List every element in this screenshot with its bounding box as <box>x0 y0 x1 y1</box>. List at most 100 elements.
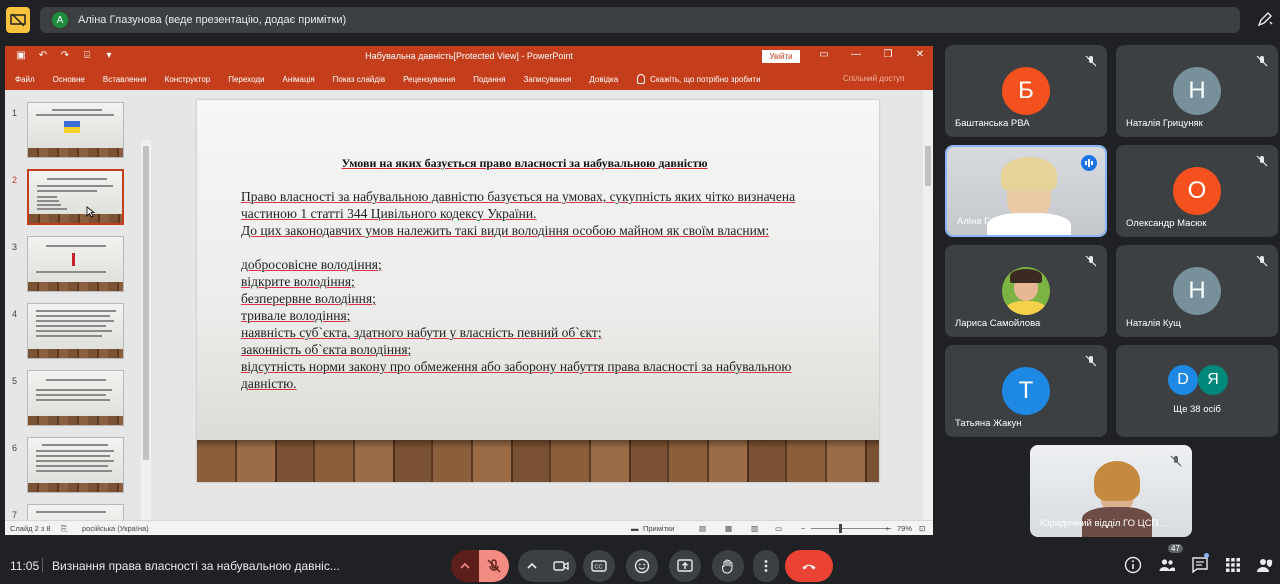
zoom-out-icon[interactable]: − <box>801 524 805 533</box>
wooden-floor-decoration <box>197 440 879 482</box>
tell-me-box[interactable]: Скажіть, що потрібно зробити <box>637 74 761 84</box>
tab-file[interactable]: Файл <box>5 75 44 84</box>
tab-home[interactable]: Основне <box>44 75 94 84</box>
chat-icon[interactable] <box>1191 556 1209 574</box>
thumbnail-slide-4[interactable]: 4 <box>5 301 141 363</box>
close-icon[interactable]: ✕ <box>913 49 927 60</box>
thumbnail-number: 3 <box>12 242 18 252</box>
participant-name: Наталія Кущ <box>1126 318 1182 329</box>
tab-animations[interactable]: Анімація <box>273 75 323 84</box>
maximize-icon[interactable]: ❐ <box>881 49 895 60</box>
slide-list-item: наявність суб`єкта, здатного набути у вл… <box>241 325 602 340</box>
stop-presenting-icon[interactable] <box>6 7 30 33</box>
tab-review[interactable]: Рецензування <box>394 75 464 84</box>
tab-transitions[interactable]: Переходи <box>219 75 273 84</box>
tab-help[interactable]: Довідка <box>580 75 627 84</box>
zoom-level[interactable]: 79% <box>897 524 912 533</box>
tab-slideshow[interactable]: Показ слайдів <box>324 75 394 84</box>
participant-name: Татьяна Жакун <box>955 418 1022 429</box>
presenter-pill[interactable]: А Аліна Глазунова (веде презентацію, дод… <box>40 7 1240 33</box>
participant-avatar: Т <box>1002 367 1050 415</box>
spellcheck-icon[interactable]: ⎘ <box>61 524 67 534</box>
participant-tile[interactable]: О Олександр Масюк <box>1116 145 1278 237</box>
thumbnail-image <box>27 169 124 225</box>
thumbnail-slide-2[interactable]: 2 <box>5 167 141 229</box>
presenter-avatar: А <box>52 12 68 28</box>
people-icon[interactable] <box>1158 556 1176 574</box>
zoom-slider-handle[interactable] <box>839 524 842 533</box>
participant-tile[interactable]: Н Наталія Кущ <box>1116 245 1278 337</box>
more-options-button[interactable] <box>753 550 779 582</box>
captions-icon: CC <box>591 560 607 572</box>
language-indicator[interactable]: російська (Україна) <box>82 524 149 533</box>
participant-name: Олександр Масюк <box>1126 218 1207 229</box>
share-button[interactable]: Спільний доступ <box>843 74 905 83</box>
more-vert-icon <box>764 560 768 572</box>
slide-sorter-icon[interactable]: ▦ <box>725 524 732 533</box>
zoom-slider[interactable] <box>811 528 891 529</box>
slide-list-item: відкрите володіння; <box>241 274 355 289</box>
more-participants-tile[interactable]: D Я Ще 38 осіб <box>1116 345 1278 437</box>
signin-button[interactable]: Увійти <box>762 50 800 63</box>
mic-off-icon <box>487 559 501 573</box>
current-slide[interactable]: Умови на яких базується право власності … <box>197 100 879 482</box>
ribbon-display-icon[interactable]: ▭ <box>817 49 831 60</box>
thumbnail-image <box>27 303 124 359</box>
mic-toggle-button[interactable] <box>479 550 509 582</box>
current-time: 11:05 <box>10 559 40 573</box>
normal-view-icon[interactable]: ▤ <box>699 524 706 533</box>
thumbnail-slide-1[interactable]: 1 <box>5 100 141 162</box>
host-controls-icon[interactable] <box>1256 556 1274 574</box>
participant-tile-speaking[interactable]: Аліна Глазунова <box>945 145 1107 237</box>
slide-list-item: добросовісне володіння; <box>241 257 382 272</box>
tab-view[interactable]: Подання <box>464 75 514 84</box>
participant-avatar: Б <box>1002 67 1050 115</box>
thumbnail-slide-3[interactable]: 3 <box>5 234 141 296</box>
meeting-info-icon[interactable] <box>1124 556 1142 574</box>
slide-body: Право власності за набувальною давністю … <box>241 188 831 392</box>
participant-tile[interactable]: Б Баштанська РВА <box>945 45 1107 137</box>
reactions-button[interactable] <box>626 550 658 582</box>
reading-view-icon[interactable]: ▥ <box>751 524 758 533</box>
notes-icon[interactable]: ▬ <box>631 524 639 533</box>
zoom-in-icon[interactable]: + <box>885 524 889 533</box>
tab-recording[interactable]: Записування <box>515 75 581 84</box>
hand-icon <box>721 559 733 574</box>
slide-paragraph: До цих законодавчих умов належить такі в… <box>241 223 770 238</box>
slideshow-view-icon[interactable]: ▭ <box>775 524 782 533</box>
ppt-title-bar: ▣ ↶ ↷ ⌹ ▾ Набувальна давність[Protected … <box>5 46 933 68</box>
mic-off-icon <box>1085 55 1097 67</box>
participant-tile[interactable]: Лариса Самойлова <box>945 245 1107 337</box>
camera-toggle-button[interactable] <box>546 550 576 582</box>
present-now-button[interactable] <box>669 550 701 582</box>
chevron-up-icon <box>460 562 470 569</box>
mic-off-icon <box>1085 355 1097 367</box>
thumbnail-slide-6[interactable]: 6 <box>5 435 141 497</box>
more-participants-label: Ще 38 осіб <box>1173 404 1221 415</box>
captions-button[interactable]: CC <box>583 550 615 582</box>
minimize-icon[interactable]: — <box>849 49 863 60</box>
slide-counter: Слайд 2 з 8 <box>10 524 51 533</box>
tab-insert[interactable]: Вставлення <box>94 75 156 84</box>
thumbnails-scrollbar[interactable] <box>141 140 151 535</box>
canvas-scrollbar[interactable] <box>923 90 933 520</box>
slide-paragraph: Право власності за набувальною давністю … <box>241 189 796 204</box>
audio-options-button[interactable] <box>451 550 479 582</box>
participant-name: Наталія Грицуняк <box>1126 118 1203 129</box>
leave-call-button[interactable] <box>785 550 833 582</box>
fit-to-window-icon[interactable]: ⊡ <box>919 524 925 533</box>
video-options-button[interactable] <box>518 550 546 582</box>
raise-hand-button[interactable] <box>712 550 744 582</box>
participant-tile[interactable]: Т Татьяна Жакун <box>945 345 1107 437</box>
thumbnail-image <box>27 102 124 158</box>
participant-name: Юридичний відділ ГО ЦСП ... <box>1040 518 1169 529</box>
annotation-pen-icon[interactable] <box>1256 10 1274 28</box>
self-view-tile[interactable]: Юридичний відділ ГО ЦСП ... <box>1030 445 1192 537</box>
mic-off-icon <box>1256 55 1268 67</box>
activities-grid-icon[interactable] <box>1224 556 1242 574</box>
camera-icon <box>553 561 569 571</box>
participant-tile[interactable]: Н Наталія Грицуняк <box>1116 45 1278 137</box>
notes-button[interactable]: Примітки <box>643 524 674 533</box>
thumbnail-slide-5[interactable]: 5 <box>5 368 141 430</box>
tab-design[interactable]: Конструктор <box>156 75 220 84</box>
